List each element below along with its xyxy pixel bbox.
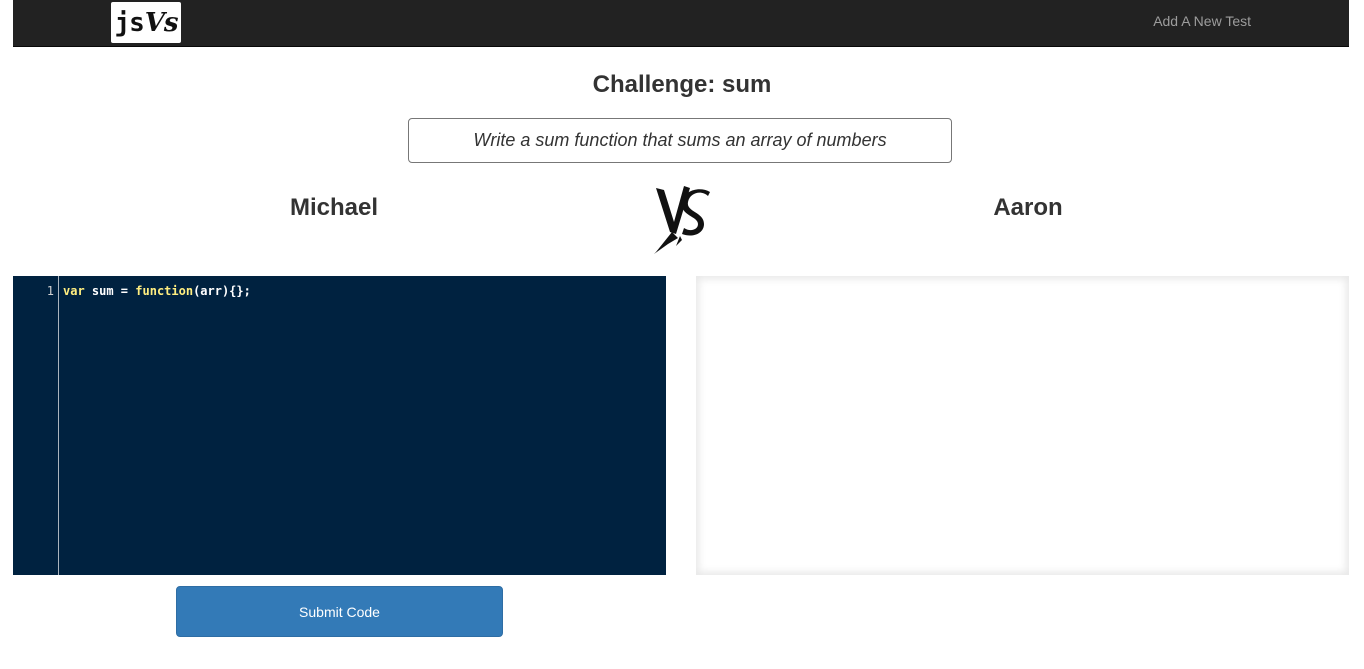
code-keyword-function: function — [135, 284, 194, 298]
line-number: 1 — [46, 284, 54, 298]
player-right-name: Aaron — [993, 194, 1063, 221]
player-left-name: Michael — [289, 194, 379, 221]
logo-text: js Vs — [114, 7, 179, 38]
code-editor[interactable]: 1 var sum = function(arr){}; — [13, 276, 666, 575]
code-text: (arr){}; — [193, 284, 251, 298]
opponent-code-panel — [696, 276, 1349, 575]
challenge-description: Write a sum function that sums an array … — [408, 118, 952, 163]
code-keyword-var: var — [63, 284, 85, 298]
navbar: js Vs Add A New Test — [13, 0, 1349, 47]
submit-code-button[interactable]: Submit Code — [176, 586, 503, 637]
vs-icon — [654, 186, 710, 254]
editor-gutter: 1 — [13, 276, 59, 575]
code-line[interactable]: var sum = function(arr){}; — [63, 284, 251, 298]
logo[interactable]: js Vs — [111, 2, 181, 43]
add-new-test-link[interactable]: Add A New Test — [1153, 13, 1251, 29]
page: js Vs Add A New Test Challenge: sum Writ… — [0, 0, 1364, 669]
logo-js: js — [114, 7, 144, 38]
challenge-title: Challenge: sum — [592, 71, 772, 98]
code-text: sum = — [84, 284, 136, 298]
logo-vs: Vs — [144, 7, 179, 38]
